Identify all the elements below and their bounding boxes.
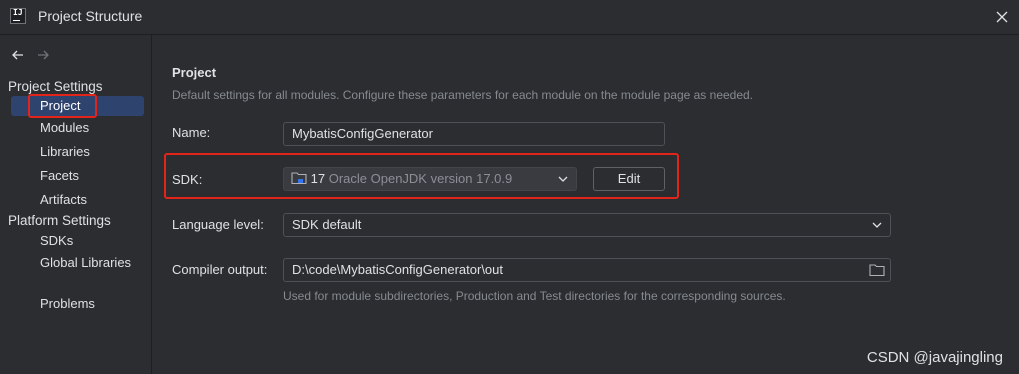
language-level-select[interactable]: SDK default: [283, 213, 891, 237]
edit-button[interactable]: Edit: [593, 167, 665, 191]
section-project-settings: Project Settings: [8, 79, 103, 94]
language-level-value: SDK default: [292, 217, 362, 232]
page-description: Default settings for all modules. Config…: [172, 88, 754, 102]
back-button[interactable]: [10, 47, 26, 63]
sidebar-item-label: Global Libraries: [40, 255, 132, 270]
sdk-label: SDK:: [172, 172, 203, 187]
sidebar-item-label: Libraries: [40, 144, 90, 159]
sidebar-item-libraries[interactable]: Libraries: [11, 142, 144, 162]
close-icon: [996, 11, 1008, 23]
sidebar-item-modules[interactable]: Modules: [11, 118, 144, 138]
main-panel: Project Default settings for all modules…: [152, 35, 1019, 374]
sidebar-item-artifacts[interactable]: Artifacts: [11, 190, 144, 210]
folder-browse-icon[interactable]: [869, 263, 885, 277]
sidebar-item-label: SDKs: [40, 233, 74, 248]
sdk-select[interactable]: 17 Oracle OpenJDK version 17.0.9: [283, 167, 577, 191]
sidebar-item-global-libraries[interactable]: Global Libraries: [11, 253, 144, 273]
chevron-down-icon: [558, 176, 568, 182]
arrow-left-icon: [12, 50, 23, 60]
sidebar-item-label: Project: [40, 98, 81, 113]
sdk-version: 17: [310, 171, 326, 186]
sidebar-item-sdks[interactable]: SDKs: [11, 231, 144, 251]
sidebar-item-label: Problems: [40, 296, 95, 311]
sidebar-item-facets[interactable]: Facets: [11, 166, 144, 186]
watermark: CSDN @javajingling: [866, 349, 1003, 366]
page-title: Project: [172, 65, 217, 80]
close-button[interactable]: [991, 6, 1013, 28]
folder-icon: [291, 172, 307, 185]
compiler-output-label: Compiler output:: [172, 262, 268, 277]
compiler-output-field[interactable]: D:\code\MybatisConfigGenerator\out: [283, 258, 891, 282]
chevron-down-icon: [872, 222, 882, 228]
name-label: Name:: [172, 125, 211, 140]
name-value: MybatisConfigGenerator: [292, 126, 433, 141]
section-platform-settings: Platform Settings: [8, 213, 111, 228]
compiler-output-value: D:\code\MybatisConfigGenerator\out: [292, 262, 503, 277]
sidebar-item-label: Modules: [40, 120, 90, 135]
window-title: Project Structure: [38, 8, 143, 24]
intellij-logo-icon: IJ: [10, 8, 26, 24]
arrow-right-icon: [38, 50, 49, 60]
name-field[interactable]: MybatisConfigGenerator: [283, 122, 665, 146]
sidebar-item-label: Facets: [40, 168, 80, 183]
sidebar-item-problems[interactable]: Problems: [11, 294, 144, 314]
sidebar-item-project[interactable]: Project: [11, 96, 144, 116]
sdk-name: Oracle OpenJDK version 17.0.9: [328, 171, 513, 186]
compiler-output-hint: Used for module subdirectories, Producti…: [283, 289, 786, 303]
forward-button[interactable]: [35, 47, 51, 63]
sidebar-item-label: Artifacts: [40, 192, 87, 207]
language-level-label: Language level:: [172, 217, 264, 232]
sidebar: Project Settings Project Modules Librari…: [0, 35, 152, 374]
title-bar: IJ Project Structure: [0, 0, 1019, 35]
